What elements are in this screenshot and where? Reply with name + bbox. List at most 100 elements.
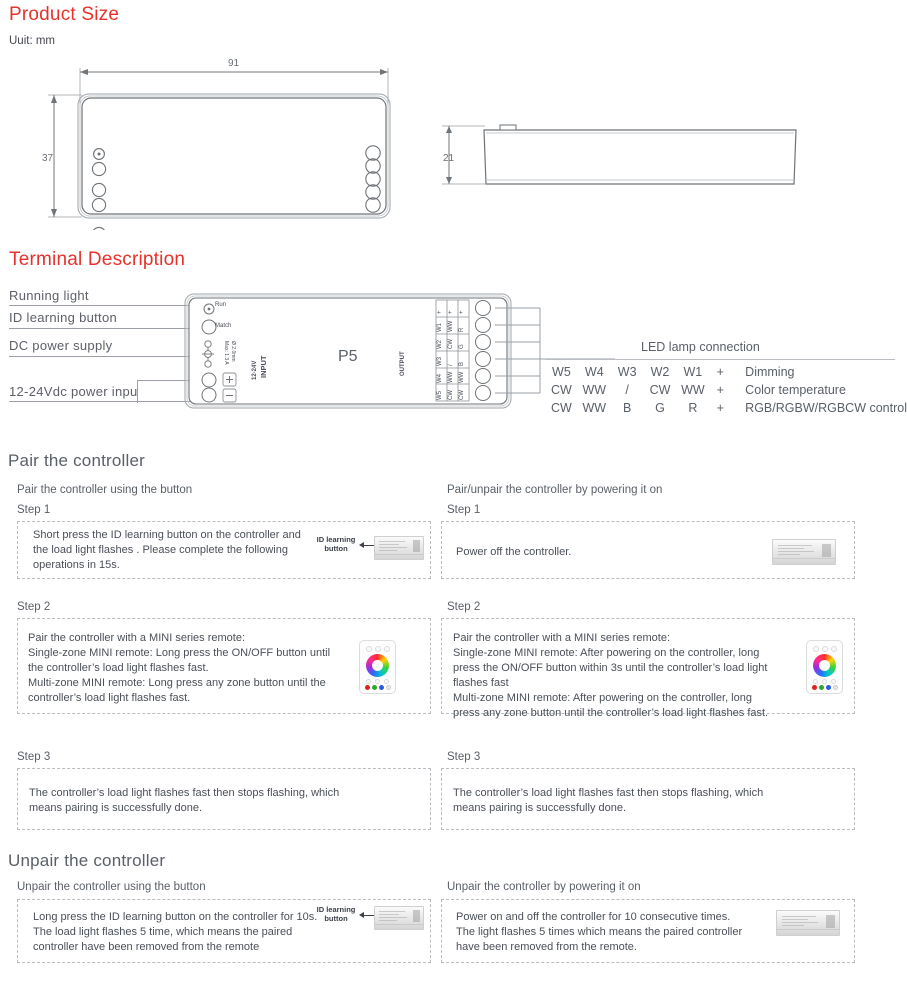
id-learning-button-caption: ID learning button — [316, 535, 356, 553]
pin-cell: WW — [582, 383, 607, 397]
text-line: Pair the controller with a MINI series r… — [453, 632, 671, 644]
pair-left-step1-text: Short press the ID learning button on th… — [33, 528, 301, 573]
connection-description: RGB/RGBW/RGBCW control — [745, 401, 907, 415]
caption-arrow-head — [359, 542, 364, 548]
svg-text:W2: W2 — [437, 339, 443, 349]
dc-spec-diameter: Ø 2.0mm — [230, 341, 236, 362]
terminal-label-power-input: 12-24Vdc power inpu — [9, 384, 138, 399]
table-row: CW WW / CW WW + Color temperature — [545, 381, 907, 399]
pin-cell: + — [716, 401, 724, 415]
product-size-heading: Product Size — [9, 4, 120, 25]
svg-text:W3: W3 — [437, 356, 443, 366]
svg-text:B: B — [459, 362, 465, 366]
color-wheel-icon — [813, 654, 836, 677]
text-line: Multi-zone MINI remote: After powering o… — [453, 692, 752, 704]
pair-left-step3-text: The controller’s load light flashes fast… — [29, 786, 339, 816]
mini-remote-thumbnail — [359, 640, 396, 694]
pin-cell: R — [688, 401, 698, 415]
unpair-left-text: Long press the ID learning button on the… — [33, 910, 317, 955]
text-line: Power on and off the controller for 10 c… — [456, 911, 731, 923]
svg-text:CW: CW — [448, 390, 454, 400]
table-row: CW WW B G R + RGB/RGBW/RGBCW control — [545, 399, 907, 417]
pin-cell: CW — [649, 383, 671, 397]
pair-left-step2-text: Pair the controller with a MINI series r… — [28, 631, 330, 706]
led-title-rule — [545, 359, 895, 360]
unpair-left-column-heading: Unpair the controller using the button — [17, 881, 206, 893]
leader-line-1 — [9, 305, 206, 306]
pin-cell: G — [655, 401, 665, 415]
text-line: Pair the controller with a MINI series r… — [28, 632, 246, 644]
controller-thumbnail — [374, 906, 424, 930]
pair-right-step2-label: Step 2 — [447, 601, 481, 613]
unpair-right-column-heading: Unpair the controller by powering it on — [447, 881, 641, 893]
svg-text:CW: CW — [448, 339, 454, 349]
svg-text:CW: CW — [459, 390, 465, 400]
svg-text:/: / — [448, 364, 454, 366]
id-learning-button-caption: ID learning button — [316, 905, 356, 923]
pair-left-step2-label: Step 2 — [17, 601, 51, 613]
text-line: means pairing is successfully done. — [29, 802, 203, 814]
terminal-label-id-learning-button: ID learning button — [9, 310, 118, 325]
run-label: Run — [215, 302, 227, 308]
text-line: Long press the ID learning button on the… — [33, 911, 318, 923]
pin-cell: / — [625, 383, 629, 397]
pin-cell: W2 — [650, 365, 670, 379]
text-line: Short press the ID learning button on th… — [33, 529, 301, 541]
text-line: controller’s load light flashes fast. — [28, 692, 191, 704]
text-line: operations in 15s. — [33, 559, 120, 571]
text-line: the load light flashes . Please complete… — [33, 544, 288, 556]
text-line: The controller’s load light flashes fast… — [29, 787, 340, 799]
pin-cell: + — [716, 365, 724, 379]
side-view-drawing — [430, 100, 850, 210]
svg-text:WW: WW — [448, 371, 454, 383]
text-line: press the ON/OFF button within 3s until … — [453, 662, 768, 674]
pair-left-column-heading: Pair the controller using the button — [17, 484, 193, 496]
text-line: The load light flashes 5 time, which mea… — [33, 926, 293, 938]
svg-text:+: + — [448, 310, 454, 314]
table-row: W5 W4 W3 W2 W1 + Dimming — [545, 363, 907, 381]
pin-cell: B — [622, 401, 632, 415]
svg-text:W1: W1 — [437, 322, 443, 332]
leader-line-2 — [9, 328, 206, 329]
output-pin-matrix: + + + W1 WW R W2 CW G W3 / B W4 WW WW W5… — [436, 300, 470, 402]
svg-text:+: + — [459, 310, 465, 314]
text-line: press any zone button until the controll… — [453, 707, 769, 719]
dc-spec-max: Max: 1.3 A — [223, 341, 229, 365]
led-connection-table: W5 W4 W3 W2 W1 + Dimming CW WW / CW WW +… — [545, 363, 907, 417]
mini-remote-thumbnail — [806, 640, 843, 694]
text-line: The controller’s load light flashes fast… — [453, 787, 764, 799]
unpair-section-heading: Unpair the controller — [8, 851, 166, 870]
svg-text:G: G — [459, 344, 465, 349]
pair-right-step1-text: Power off the controller. — [456, 545, 571, 560]
svg-text:WW: WW — [448, 320, 454, 332]
dimension-width-label: 91 — [228, 58, 240, 69]
text-line: flashes fast — [453, 677, 509, 689]
text-line: Power off the controller. — [456, 546, 572, 558]
controller-thumbnail — [374, 536, 424, 560]
pair-right-step2-text: Pair the controller with a MINI series r… — [453, 631, 768, 721]
terminal-label-dc-power-supply: DC power supply — [9, 338, 113, 353]
pin-cell: CW — [551, 401, 572, 415]
text-line: the controller’s load light flashes fast… — [28, 662, 209, 674]
output-label: OUTPUT — [400, 351, 406, 376]
text-line: Multi-zone MINI remote: Long press any z… — [28, 677, 326, 689]
pair-section-heading: Pair the controller — [8, 451, 146, 470]
input-label: INPUT — [259, 355, 268, 379]
dimension-height-label: 37 — [42, 153, 54, 164]
pair-left-step3-label: Step 3 — [17, 751, 51, 763]
svg-text:W5: W5 — [437, 390, 443, 400]
text-line: The light flashes 5 times which means th… — [456, 926, 743, 938]
text-line: means pairing is successfully done. — [453, 802, 627, 814]
connection-description: Color temperature — [745, 383, 846, 397]
text-line: have been removed from the remote. — [456, 941, 637, 953]
pin-cell: WW — [681, 383, 705, 397]
svg-text:R: R — [459, 327, 465, 332]
pair-right-step1-label: Step 1 — [447, 504, 481, 516]
pin-cell: W5 — [552, 365, 571, 379]
pin-cell: W4 — [584, 365, 604, 379]
text-line: controller have been removed from the re… — [33, 941, 260, 953]
svg-text:+: + — [437, 310, 443, 314]
color-wheel-icon — [366, 654, 389, 677]
pair-left-step1-label: Step 1 — [17, 504, 51, 516]
pin-cell: WW — [582, 401, 607, 415]
